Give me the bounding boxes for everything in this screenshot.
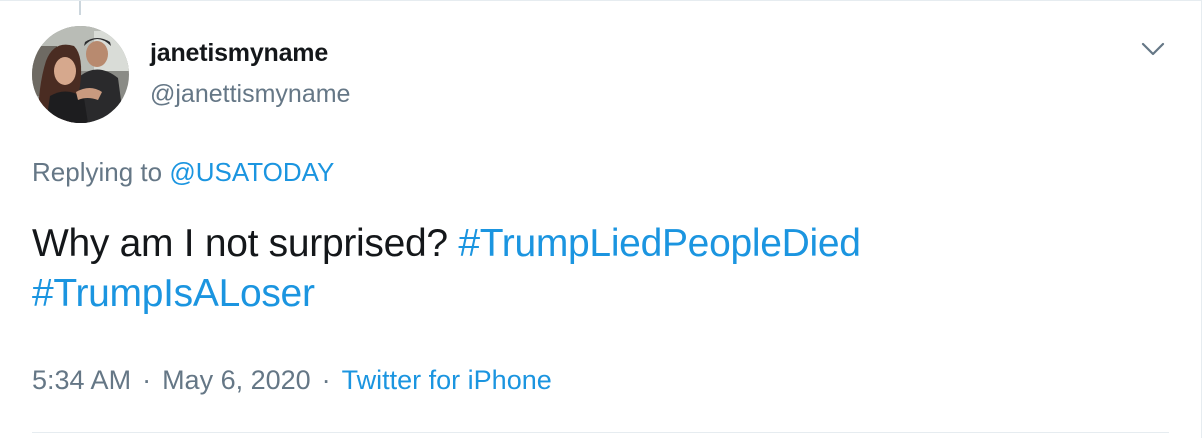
hashtag-link[interactable]: #TrumpIsALoser bbox=[32, 272, 315, 315]
chevron-down-icon[interactable] bbox=[1140, 39, 1166, 59]
tweet-meta: 5:34 AM · May 6, 2020 · Twitter for iPhone bbox=[32, 365, 552, 396]
tweet-date[interactable]: May 6, 2020 bbox=[162, 365, 311, 395]
divider bbox=[32, 432, 1169, 433]
thread-connector-line bbox=[79, 1, 81, 15]
avatar[interactable] bbox=[32, 26, 129, 123]
user-handle[interactable]: @janettismyname bbox=[150, 80, 350, 109]
tweet-time[interactable]: 5:34 AM bbox=[32, 365, 131, 395]
replying-to-line: Replying to @USATODAY bbox=[32, 157, 334, 188]
replying-to-label: Replying to bbox=[32, 157, 163, 187]
tweet-text-plain: Why am I not surprised? bbox=[32, 222, 448, 265]
tweet-source-link[interactable]: Twitter for iPhone bbox=[342, 365, 552, 395]
mention-link[interactable]: @USATODAY bbox=[169, 157, 334, 187]
meta-separator: · bbox=[321, 365, 331, 395]
meta-separator: · bbox=[142, 365, 152, 395]
tweet-text: Why am I not surprised? #TrumpLiedPeople… bbox=[32, 219, 1162, 319]
hashtag-link[interactable]: #TrumpLiedPeopleDied bbox=[458, 222, 861, 265]
avatar-photo bbox=[32, 26, 129, 123]
tweet-card: janetismyname @janettismyname Replying t… bbox=[0, 0, 1202, 438]
display-name[interactable]: janetismyname bbox=[150, 39, 328, 68]
